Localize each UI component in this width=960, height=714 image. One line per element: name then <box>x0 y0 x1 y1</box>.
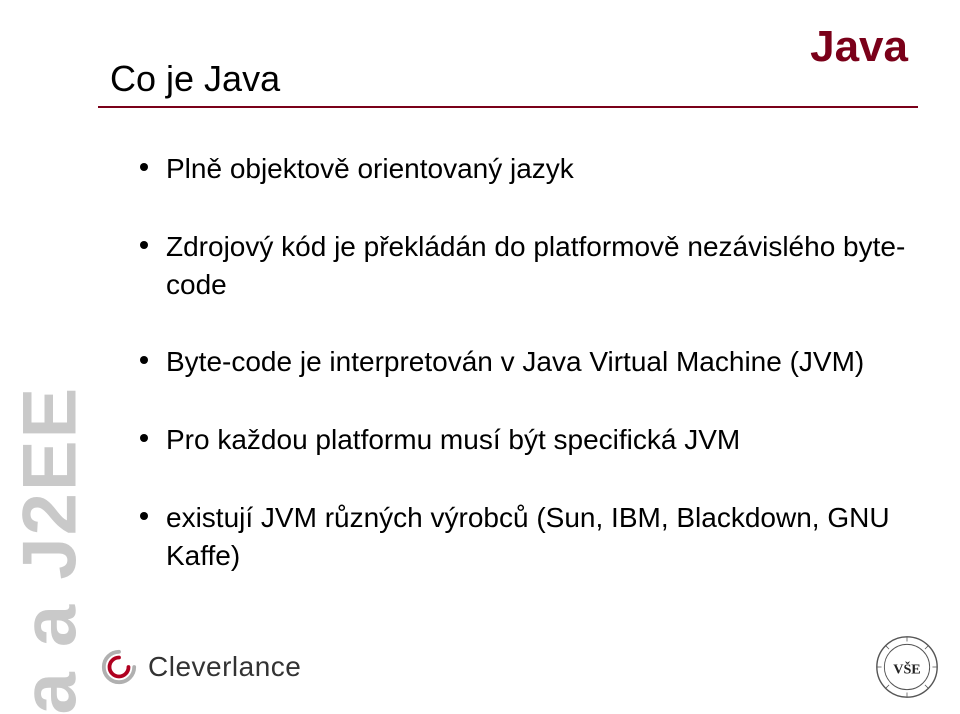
sidebar-vertical-label-text: Java a J2EE <box>6 386 93 714</box>
bullet-dot-icon <box>140 512 148 520</box>
cleverlance-logo: Cleverlance <box>100 648 301 686</box>
section-heading: Co je Java <box>110 58 280 100</box>
footer: Cleverlance VŠE <box>100 634 940 700</box>
bullet-text: Zdrojový kód je překládán do platformově… <box>166 228 930 304</box>
sidebar-vertical-label: Java a J2EE <box>2 140 97 660</box>
cleverlance-mark-icon <box>100 648 138 686</box>
cleverlance-logo-text: Cleverlance <box>148 651 301 683</box>
bullet-text: Pro každou platformu musí být specifická… <box>166 421 740 459</box>
bullet-dot-icon <box>140 241 148 249</box>
bullet-text: Byte-code je interpretován v Java Virtua… <box>166 343 864 381</box>
bullet-dot-icon <box>140 434 148 442</box>
bullet-item: Byte-code je interpretován v Java Virtua… <box>140 343 930 381</box>
bullet-item: Plně objektově orientovaný jazyk <box>140 150 930 188</box>
bullet-text: existují JVM různých výrobců (Sun, IBM, … <box>166 499 930 575</box>
bullet-item: existují JVM různých výrobců (Sun, IBM, … <box>140 499 930 575</box>
vse-seal-icon: VŠE <box>874 634 940 700</box>
svg-text:VŠE: VŠE <box>893 661 920 678</box>
divider <box>98 106 918 108</box>
bullet-text: Plně objektově orientovaný jazyk <box>166 150 574 188</box>
brand-title: Java <box>810 22 908 72</box>
content-area: Plně objektově orientovaný jazyk Zdrojov… <box>140 150 930 615</box>
bullet-dot-icon <box>140 163 148 171</box>
bullet-dot-icon <box>140 356 148 364</box>
bullet-item: Pro každou platformu musí být specifická… <box>140 421 930 459</box>
bullet-item: Zdrojový kód je překládán do platformově… <box>140 228 930 304</box>
